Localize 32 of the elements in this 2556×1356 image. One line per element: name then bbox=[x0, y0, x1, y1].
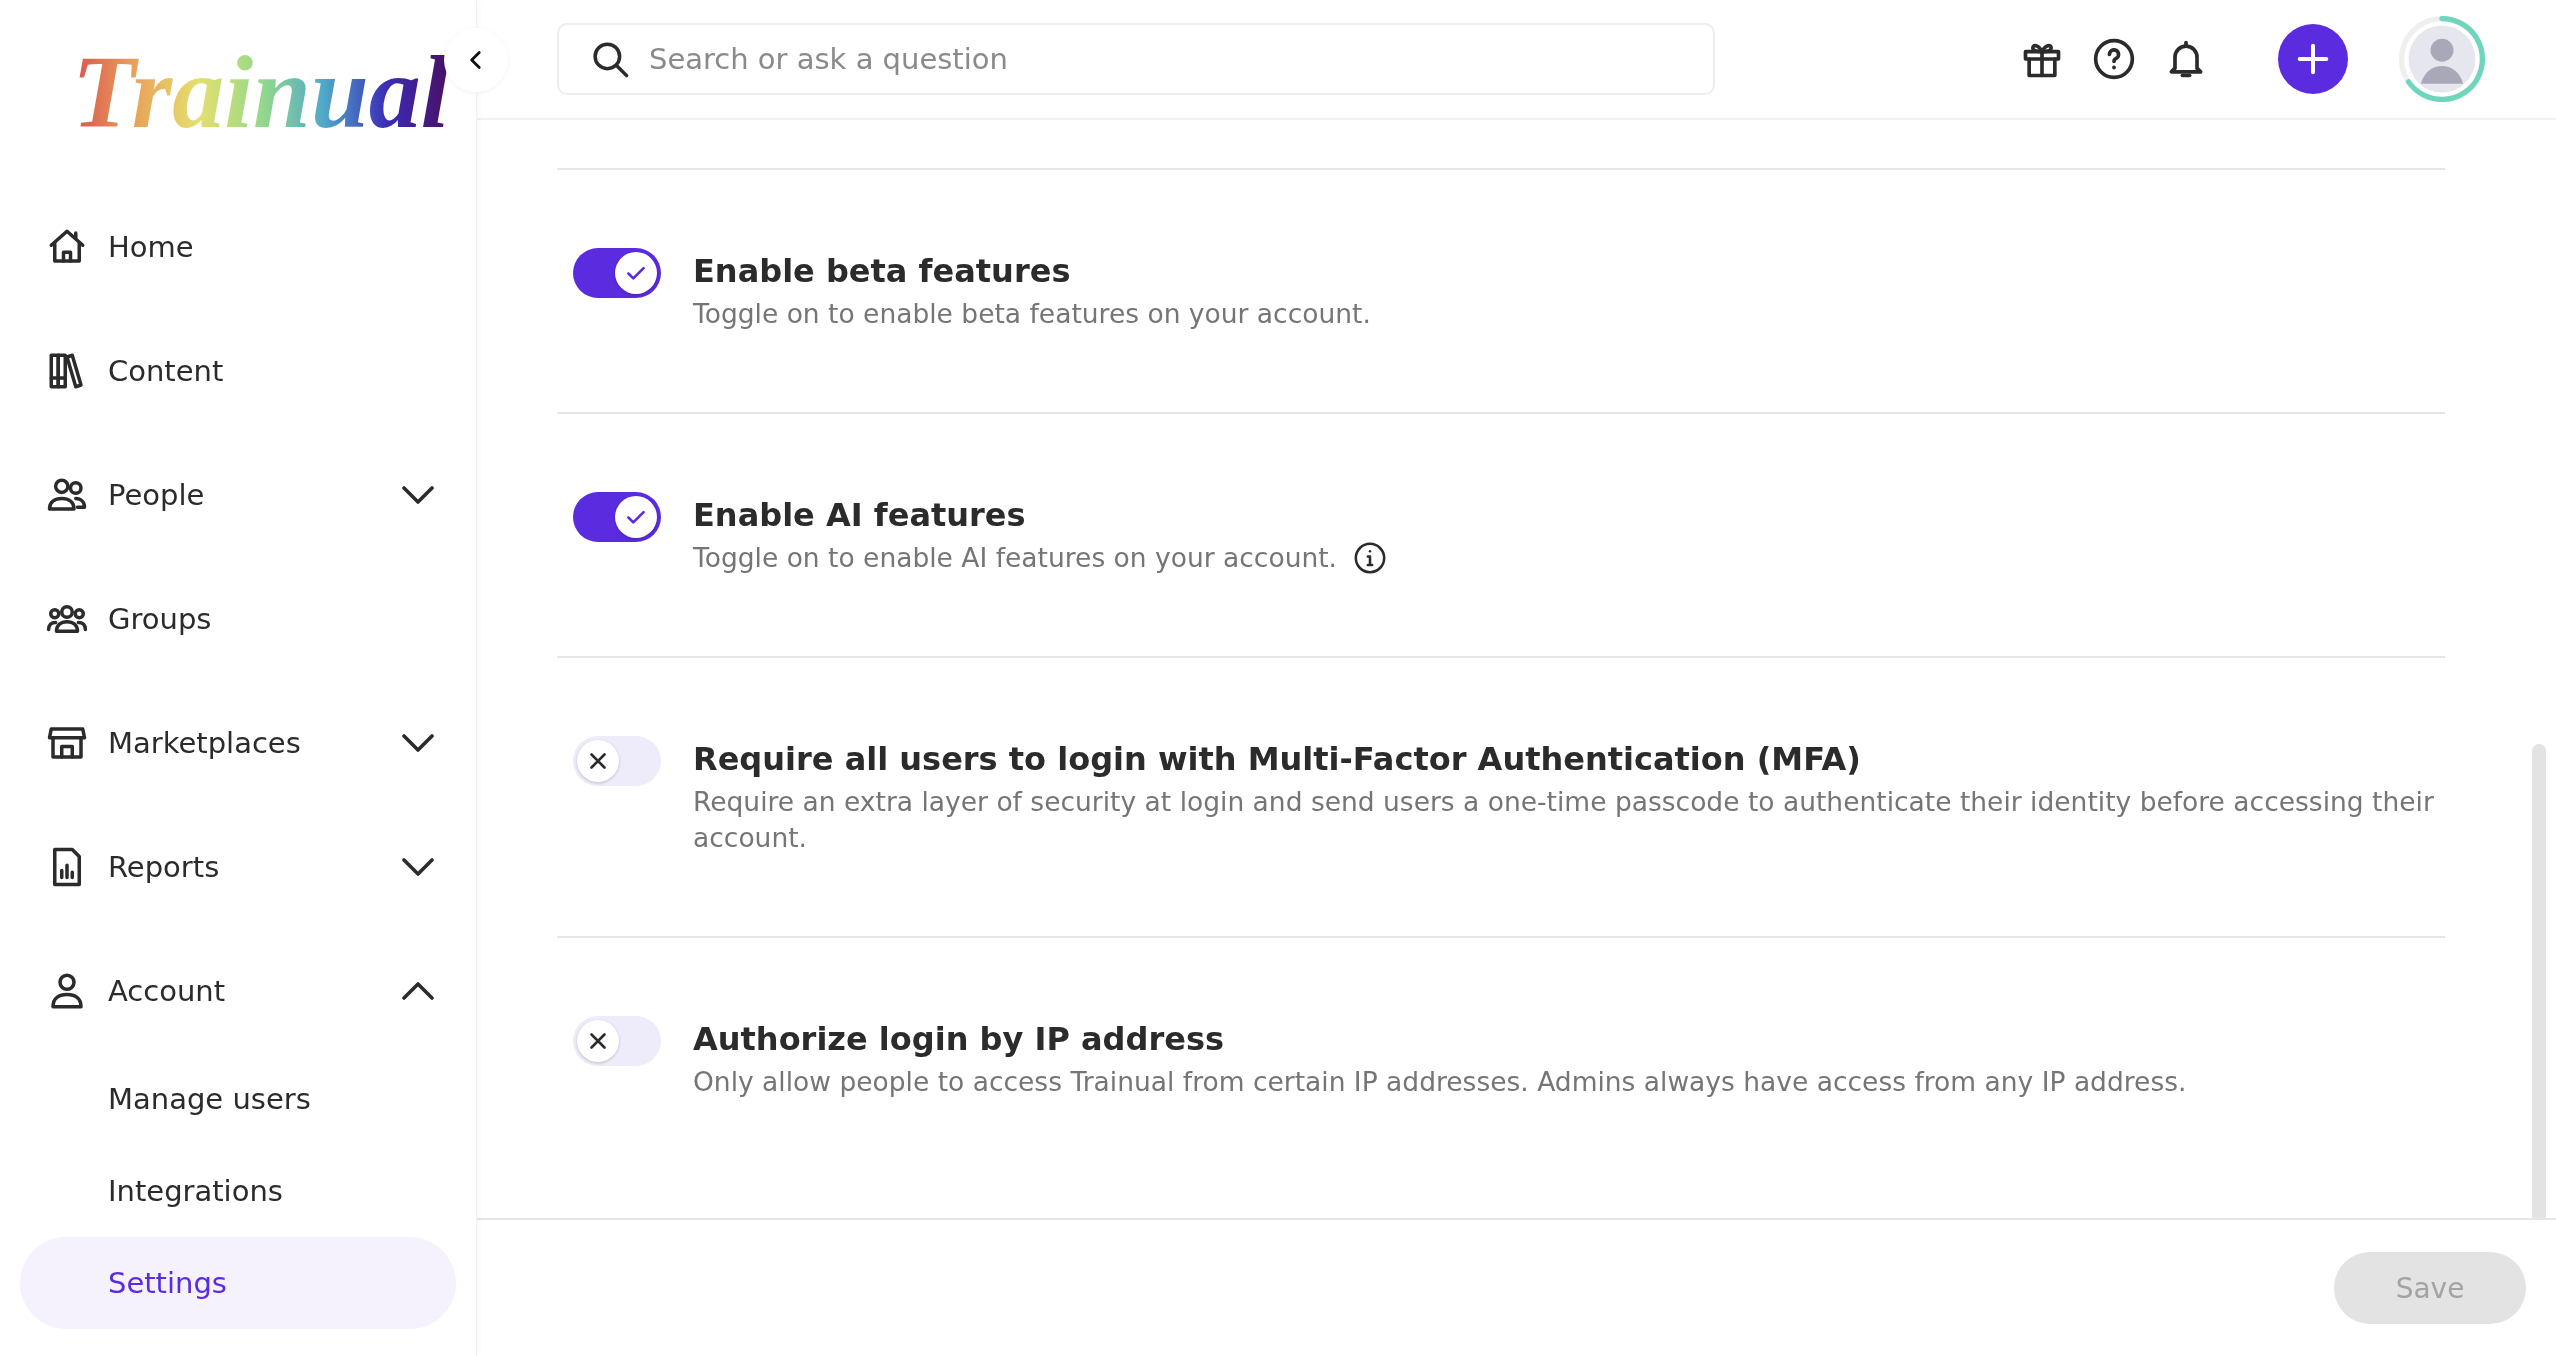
scrollbar[interactable] bbox=[2532, 744, 2546, 1218]
toggle-switch[interactable] bbox=[573, 736, 661, 786]
setting-description: Toggle on to enable beta features on your account. bbox=[693, 297, 1371, 331]
nav-subitem[interactable]: Manage users bbox=[20, 1052, 456, 1145]
avatar-icon bbox=[2398, 15, 2486, 103]
nav-item[interactable]: Home bbox=[20, 184, 456, 309]
toggle-switch[interactable] bbox=[573, 248, 661, 298]
setting-description: Require an extra layer of security at login and send users a one-time passcode to authenticate their identity before accessing their account. bbox=[693, 785, 2435, 855]
info-icon[interactable] bbox=[1353, 541, 1388, 575]
search-bar[interactable]: Search or ask a question bbox=[557, 23, 1715, 95]
setting-title: Authorize login by IP address bbox=[693, 1019, 1225, 1060]
help-icon[interactable] bbox=[2092, 37, 2136, 81]
nav-subitem[interactable]: Settings bbox=[20, 1236, 456, 1329]
chevron-up-icon bbox=[402, 981, 434, 1000]
nav-item[interactable]: People bbox=[20, 432, 456, 557]
setting-title: Enable AI features bbox=[693, 495, 1027, 536]
nav-item[interactable]: Account bbox=[20, 928, 456, 1053]
nav-item[interactable]: Marketplaces bbox=[20, 680, 456, 805]
setting-title: Enable beta features bbox=[693, 251, 1072, 292]
chevron-down-icon bbox=[402, 485, 434, 504]
toggle-switch[interactable] bbox=[573, 492, 661, 542]
nav-subitem[interactable]: Integrations bbox=[20, 1144, 456, 1237]
toggle-switch[interactable] bbox=[573, 1016, 661, 1066]
setting-description: Toggle on to enable AI features on your account. bbox=[693, 541, 1338, 575]
setting-description: Only allow people to access Trainual from certain IP addresses. Admins always have access from any IP address. bbox=[693, 1065, 2187, 1099]
chevron-down-icon bbox=[402, 857, 434, 876]
search-field[interactable]: Search or ask a question bbox=[647, 41, 1693, 77]
chevron-down-icon bbox=[402, 733, 434, 752]
nav-item[interactable]: Reports bbox=[20, 804, 456, 929]
nav-item[interactable]: Content bbox=[20, 308, 456, 433]
setting-title: Require all users to login with Multi-Factor Authentication (MFA) bbox=[693, 739, 1862, 780]
nav-item[interactable]: Groups bbox=[20, 556, 456, 681]
